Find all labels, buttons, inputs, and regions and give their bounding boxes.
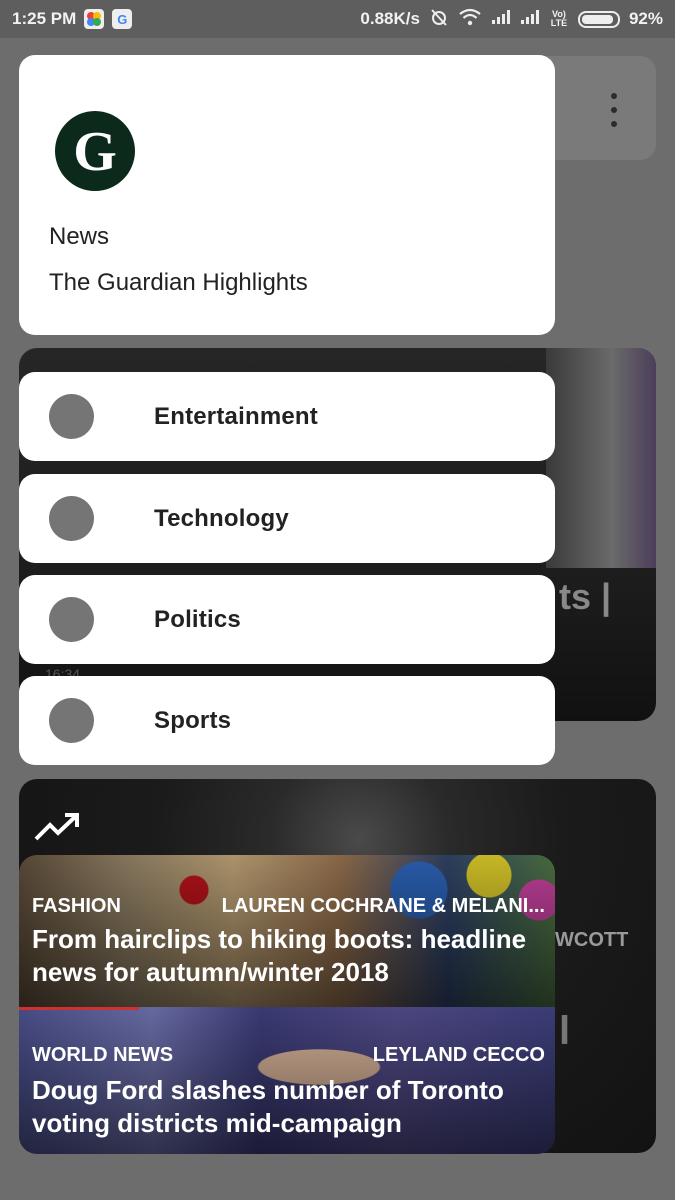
background-headline-fragment: l xyxy=(559,1009,571,1053)
category-item-politics[interactable]: Politics xyxy=(19,575,555,664)
article-section: FASHION xyxy=(32,895,121,917)
category-item-sports[interactable]: Sports xyxy=(19,676,555,765)
background-author-fragment: WCOTT xyxy=(555,929,629,951)
category-label: Sports xyxy=(154,706,232,734)
category-label: Entertainment xyxy=(154,402,318,430)
status-time: 1:25 PM xyxy=(12,9,77,28)
google-photos-icon xyxy=(84,9,105,29)
battery-icon xyxy=(577,10,620,28)
article-headline: Doug Ford slashes number of Toronto voti… xyxy=(32,1075,504,1138)
article-card[interactable]: FASHION LAUREN COCHRANE & MELANI... From… xyxy=(19,855,555,1007)
status-bar: 1:25 PM G 0.88K/s Vo) LTE 92% xyxy=(0,0,675,38)
network-speed: 0.88K/s xyxy=(360,9,420,28)
category-radio-icon xyxy=(49,394,94,439)
article-author: LEYLAND CECCO xyxy=(372,1044,545,1066)
category-item-technology[interactable]: Technology xyxy=(19,474,555,563)
wifi-icon xyxy=(458,8,482,31)
category-label: Technology xyxy=(154,504,289,532)
widget-title: The Guardian Highlights xyxy=(49,269,308,296)
signal-icon-1 xyxy=(491,9,511,30)
background-headline-fragment: ts | xyxy=(559,576,612,617)
category-label: Politics xyxy=(154,605,241,633)
article-section: WORLD NEWS xyxy=(32,1044,174,1066)
background-image xyxy=(546,348,656,568)
trending-up-icon xyxy=(34,812,82,847)
volte-icon: Vo) LTE xyxy=(550,9,568,28)
more-vert-icon[interactable] xyxy=(606,93,622,127)
signal-icon-2 xyxy=(520,9,540,30)
category-item-entertainment[interactable]: Entertainment xyxy=(19,372,555,461)
article-card[interactable]: WORLD NEWS LEYLAND CECCO Doug Ford slash… xyxy=(19,1007,555,1154)
battery-level: 92% xyxy=(628,9,663,28)
article-author: LAUREN COCHRANE & MELANI... xyxy=(221,895,545,917)
category-radio-icon xyxy=(49,597,94,642)
category-radio-icon xyxy=(49,698,94,743)
widget-section-label: News xyxy=(49,223,110,250)
svg-text:G: G xyxy=(73,121,117,183)
guardian-logo: G xyxy=(54,110,136,192)
alarm-off-icon xyxy=(429,7,449,32)
category-radio-icon xyxy=(49,496,94,541)
google-icon: G xyxy=(112,9,133,29)
article-headline: From hairclips to hiking boots: headline… xyxy=(32,924,527,987)
